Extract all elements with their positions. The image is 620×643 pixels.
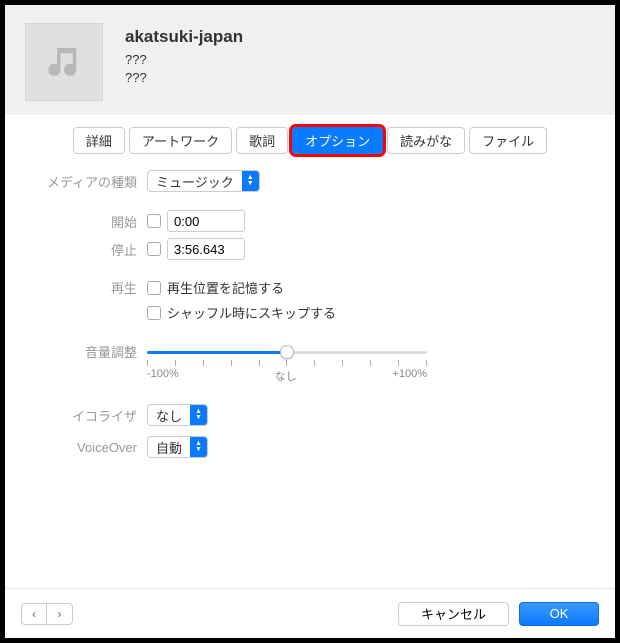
skip-shuffle-label: シャッフル時にスキップする [167,303,336,322]
header: akatsuki-japan ??? ??? [5,5,615,115]
footer: ‹ › キャンセル OK [5,588,615,638]
tab-file[interactable]: ファイル [469,127,547,154]
volume-label: 音量調整 [35,342,147,361]
start-checkbox[interactable] [147,214,161,228]
volume-center-label: なし [275,368,297,384]
tab-bar: 詳細 アートワーク 歌詞 オプション 読みがな ファイル [5,115,615,170]
prev-button[interactable]: ‹ [21,603,47,625]
slider-labels: -100% なし +100% [147,368,427,384]
track-album: ??? [125,69,243,87]
playback-label: 再生 [35,278,147,297]
volume-min-label: -100% [147,368,179,384]
volume-max-label: +100% [392,368,427,384]
title-block: akatsuki-japan ??? ??? [125,23,243,87]
album-artwork-placeholder [25,23,103,101]
ok-button[interactable]: OK [519,602,599,626]
tab-lyrics[interactable]: 歌詞 [236,127,288,154]
tab-detail[interactable]: 詳細 [73,127,125,154]
media-type-value: ミュージック [148,172,242,191]
equalizer-value: なし [148,406,190,425]
remember-position-checkbox[interactable] [147,281,161,295]
music-note-icon [43,41,85,83]
tab-artwork[interactable]: アートワーク [129,127,232,154]
options-form: メディアの種類 ミュージック ▲▼ 開始 停止 再生 再生位置を記憶する シャッ… [5,170,615,488]
chevron-left-icon: ‹ [32,607,36,621]
select-arrows-icon: ▲▼ [190,437,207,457]
voiceover-value: 自動 [148,438,190,457]
remember-position-label: 再生位置を記憶する [167,278,284,297]
select-arrows-icon: ▲▼ [190,405,207,425]
skip-shuffle-checkbox[interactable] [147,306,161,320]
voiceover-select[interactable]: 自動 ▲▼ [147,436,208,458]
slider-thumb[interactable] [280,345,294,359]
select-arrows-icon: ▲▼ [242,171,259,191]
cancel-button[interactable]: キャンセル [398,602,509,626]
voiceover-label: VoiceOver [35,440,147,455]
start-time-input[interactable] [167,210,245,232]
volume-slider[interactable] [147,342,427,362]
action-buttons: キャンセル OK [398,602,599,626]
media-type-label: メディアの種類 [35,172,147,191]
track-artist: ??? [125,51,243,69]
equalizer-select[interactable]: なし ▲▼ [147,404,208,426]
stop-time-input[interactable] [167,238,245,260]
start-label: 開始 [35,212,147,231]
nav-buttons: ‹ › [21,603,73,625]
equalizer-label: イコライザ [35,406,147,425]
next-button[interactable]: › [47,603,73,625]
tab-options[interactable]: オプション [292,127,383,154]
track-title: akatsuki-japan [125,27,243,47]
media-type-select[interactable]: ミュージック ▲▼ [147,170,260,192]
stop-label: 停止 [35,240,147,259]
chevron-right-icon: › [58,607,62,621]
stop-checkbox[interactable] [147,242,161,256]
tab-sort[interactable]: 読みがな [387,127,465,154]
